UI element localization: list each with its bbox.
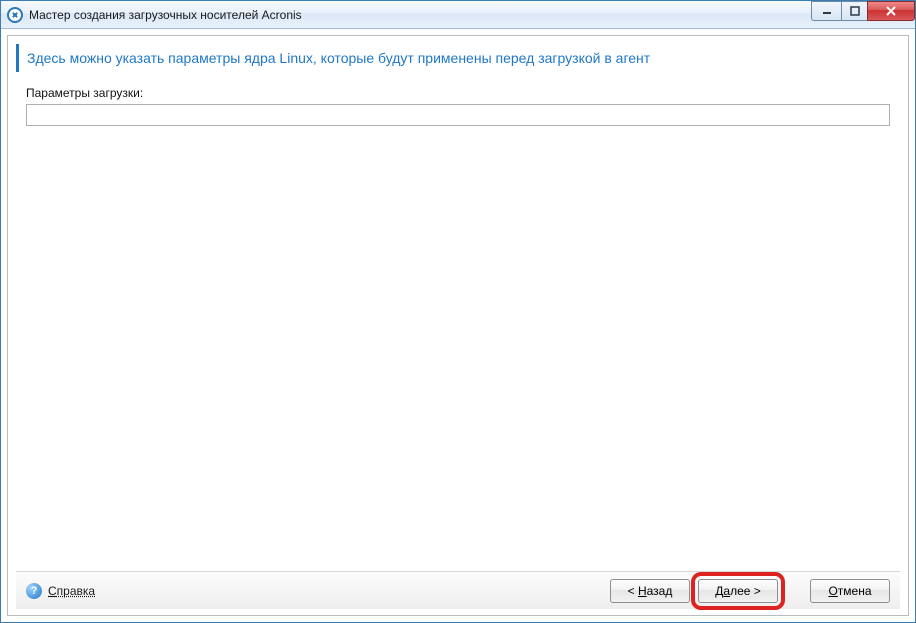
cancel-button[interactable]: Отмена (810, 579, 890, 603)
maximize-button[interactable] (841, 1, 867, 21)
boot-params-label: Параметры загрузки: (26, 86, 890, 100)
page-content: Параметры загрузки: (16, 86, 900, 571)
minimize-icon (822, 6, 832, 16)
help-link[interactable]: ? Справка (26, 583, 95, 599)
page-headline: Здесь можно указать параметры ядра Linux… (16, 44, 900, 72)
app-icon (7, 7, 23, 23)
wizard-window: Мастер создания загрузочных носителей Ac… (0, 0, 916, 623)
window-controls (811, 1, 915, 21)
help-label: Справка (48, 584, 95, 598)
wizard-page: Здесь можно указать параметры ядра Linux… (7, 35, 909, 616)
minimize-button[interactable] (811, 1, 841, 21)
boot-params-input[interactable] (26, 104, 890, 126)
back-button[interactable]: < Назад (610, 579, 690, 603)
next-button-highlight: Далее > (698, 579, 778, 603)
close-button[interactable] (867, 1, 915, 21)
close-icon (885, 6, 897, 16)
wizard-footer: ? Справка < Назад Далее > Отмена (16, 571, 900, 609)
window-title: Мастер создания загрузочных носителей Ac… (29, 8, 811, 22)
help-icon: ? (26, 583, 42, 599)
maximize-icon (850, 6, 860, 16)
client-area: Здесь можно указать параметры ядра Linux… (1, 29, 915, 622)
title-bar[interactable]: Мастер создания загрузочных носителей Ac… (1, 1, 915, 29)
next-button[interactable]: Далее > (698, 579, 778, 603)
